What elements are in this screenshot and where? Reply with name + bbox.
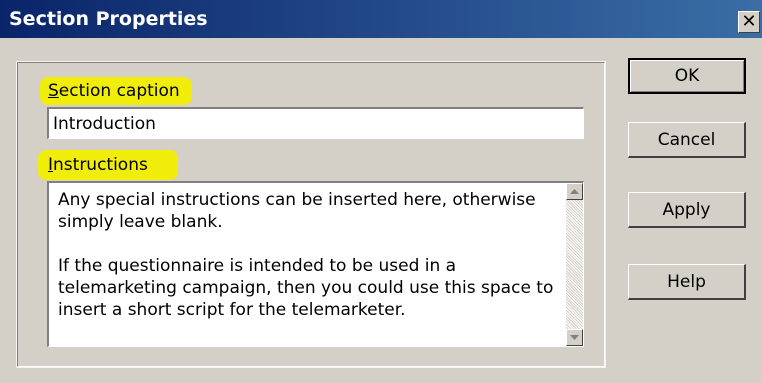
instructions-paragraph-1: Any special instructions can be inserted… — [58, 190, 536, 232]
help-button[interactable]: Help — [628, 264, 746, 300]
section-caption-label: Section caption — [48, 81, 180, 101]
instructions-paragraph-2: If the questionnaire is intended to be u… — [58, 256, 554, 320]
window-title: Section Properties — [9, 8, 208, 30]
scroll-down-button[interactable] — [566, 329, 583, 346]
close-button[interactable]: ✕ — [738, 11, 760, 33]
apply-button[interactable]: Apply — [628, 192, 746, 228]
instructions-label: Instructions — [48, 155, 148, 175]
title-bar[interactable]: Section Properties ✕ — [0, 0, 762, 38]
ok-button[interactable]: OK — [628, 58, 746, 94]
section-caption-input[interactable]: Introduction — [47, 107, 584, 139]
instructions-text: Any special instructions can be inserted… — [58, 189, 558, 343]
scroll-up-arrow-icon — [570, 188, 579, 194]
section-properties-dialog: Section Properties ✕ Section caption Int… — [0, 0, 762, 383]
vertical-scrollbar[interactable] — [566, 183, 583, 346]
instructions-textarea[interactable]: Any special instructions can be inserted… — [47, 181, 584, 347]
scroll-down-arrow-icon — [570, 334, 579, 340]
scroll-up-button[interactable] — [566, 183, 583, 200]
close-icon: ✕ — [741, 11, 757, 32]
cancel-button[interactable]: Cancel — [628, 122, 746, 158]
section-caption-value: Introduction — [53, 114, 156, 134]
